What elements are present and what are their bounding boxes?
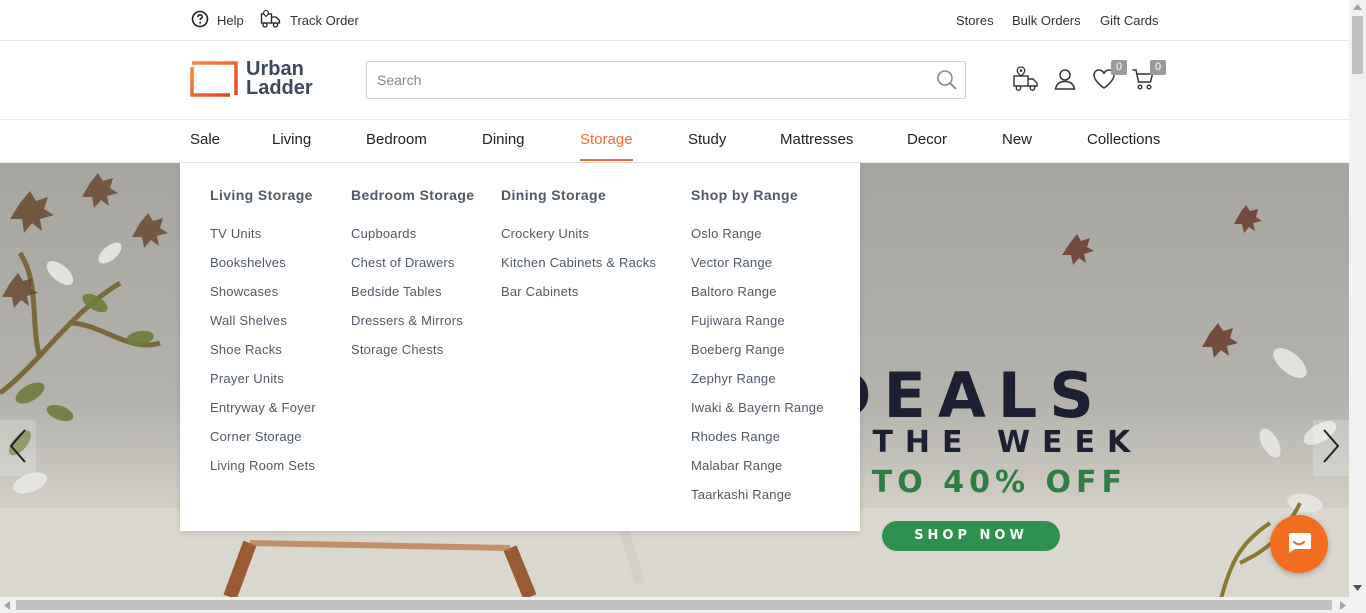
menu-item[interactable]: Zephyr Range: [691, 370, 824, 399]
menu-column-list: Oslo Range Vector Range Baltoro Range Fu…: [691, 225, 838, 515]
scroll-down-icon[interactable]: [1353, 585, 1362, 591]
menu-column-title[interactable]: Bedroom Storage: [351, 187, 474, 203]
nav-item-collections[interactable]: Collections: [1087, 120, 1160, 162]
menu-item[interactable]: Cupboards: [351, 225, 463, 254]
menu-item[interactable]: Shoe Racks: [210, 341, 316, 370]
nav-item-new[interactable]: New: [1002, 120, 1032, 162]
banner-headline: DEALS: [820, 359, 1106, 432]
menu-item[interactable]: Bookshelves: [210, 254, 316, 283]
nav-item-bedroom[interactable]: Bedroom: [366, 120, 427, 162]
menu-item[interactable]: Bar Cabinets: [501, 283, 656, 312]
menu-item[interactable]: Crockery Units: [501, 225, 656, 254]
menu-item[interactable]: Dressers & Mirrors: [351, 312, 463, 341]
storage-mega-menu: Living Storage TV Units Bookshelves Show…: [180, 163, 860, 531]
nav-item-study[interactable]: Study: [688, 120, 726, 162]
menu-item[interactable]: Storage Chests: [351, 341, 463, 370]
menu-item[interactable]: Malabar Range: [691, 457, 824, 486]
menu-item[interactable]: Boeberg Range: [691, 341, 824, 370]
menu-item[interactable]: Prayer Units: [210, 370, 316, 399]
chat-icon: [1285, 530, 1313, 559]
cart-button[interactable]: 0: [1128, 60, 1166, 96]
logo-line2: Ladder: [246, 77, 313, 99]
track-order-link[interactable]: Track Order: [260, 0, 359, 40]
horizontal-scroll-thumb[interactable]: [16, 600, 1332, 610]
store-locator-icon: [1012, 65, 1040, 98]
menu-column-title[interactable]: Shop by Range: [691, 187, 798, 203]
user-icon: [1053, 67, 1077, 96]
scroll-right-icon[interactable]: [1340, 601, 1346, 610]
shop-now-button[interactable]: SHOP NOW: [882, 521, 1060, 551]
vertical-scrollbar[interactable]: [1349, 0, 1366, 597]
bulk-orders-link[interactable]: Bulk Orders: [1012, 0, 1081, 40]
wishlist-button[interactable]: 0: [1089, 60, 1127, 96]
menu-item[interactable]: Living Room Sets: [210, 457, 316, 486]
truck-icon: [260, 9, 290, 32]
carousel-prev-button[interactable]: [0, 420, 36, 476]
urban-ladder-logo[interactable]: Urban Ladder: [190, 59, 330, 99]
nav-item-living[interactable]: Living: [272, 120, 311, 162]
search-icon[interactable]: [929, 62, 965, 98]
search-box: [366, 61, 966, 99]
chevron-right-icon: [1321, 428, 1341, 469]
search-input[interactable]: [367, 62, 929, 98]
menu-item[interactable]: Oslo Range: [691, 225, 824, 254]
menu-column-list: Cupboards Chest of Drawers Bedside Table…: [351, 225, 477, 370]
banner-line-3-text: TO 40% OFF: [871, 465, 1127, 500]
menu-item[interactable]: Taarkashi Range: [691, 486, 824, 515]
cart-count-badge: 0: [1150, 60, 1166, 75]
menu-item[interactable]: Kitchen Cabinets & Racks: [501, 254, 656, 283]
menu-column-title[interactable]: Dining Storage: [501, 187, 606, 203]
active-nav-underline: [580, 159, 633, 161]
main-navigation: Sale Living Bedroom Dining Storage Study…: [0, 120, 1349, 163]
track-order-label: Track Order: [290, 12, 359, 28]
menu-item[interactable]: Chest of Drawers: [351, 254, 463, 283]
store-locator-button[interactable]: [1011, 65, 1041, 98]
menu-item[interactable]: Bedside Tables: [351, 283, 463, 312]
menu-item[interactable]: Baltoro Range: [691, 283, 824, 312]
menu-item[interactable]: Entryway & Foyer: [210, 399, 316, 428]
menu-item[interactable]: Iwaki & Bayern Range: [691, 399, 824, 428]
help-label: Help: [217, 12, 244, 28]
gift-cards-link[interactable]: Gift Cards: [1100, 0, 1159, 40]
site-header: Urban Ladder 0 0: [0, 41, 1349, 120]
menu-item[interactable]: Showcases: [210, 283, 316, 312]
menu-item[interactable]: Fujiwara Range: [691, 312, 824, 341]
menu-item[interactable]: Corner Storage: [210, 428, 316, 457]
account-button[interactable]: [1050, 66, 1080, 96]
menu-item[interactable]: Rhodes Range: [691, 428, 824, 457]
menu-column-list: TV Units Bookshelves Showcases Wall Shel…: [210, 225, 330, 486]
carousel-next-button[interactable]: [1313, 420, 1349, 476]
nav-item-dining[interactable]: Dining: [482, 120, 525, 162]
nav-item-decor[interactable]: Decor: [907, 120, 947, 162]
nav-item-sale[interactable]: Sale: [190, 120, 220, 162]
nav-item-storage[interactable]: Storage: [580, 120, 633, 162]
help-link[interactable]: Help: [191, 0, 244, 40]
menu-item[interactable]: Vector Range: [691, 254, 824, 283]
vertical-scroll-thumb[interactable]: [1352, 16, 1363, 74]
chat-widget-button[interactable]: [1270, 515, 1328, 573]
logo-mark: [190, 61, 238, 97]
top-utility-bar: Help Track Order Stores Bulk Orders Gift…: [0, 0, 1349, 41]
menu-column-list: Crockery Units Kitchen Cabinets & Racks …: [501, 225, 670, 312]
help-icon: [191, 10, 217, 31]
menu-item[interactable]: Wall Shelves: [210, 312, 316, 341]
scroll-up-icon[interactable]: [1353, 4, 1362, 10]
menu-item[interactable]: TV Units: [210, 225, 316, 254]
menu-column-title[interactable]: Living Storage: [210, 187, 313, 203]
logo-wordmark: Urban Ladder: [246, 59, 313, 99]
banner-line-2-text: THE WEEK: [872, 425, 1143, 460]
stores-link[interactable]: Stores: [956, 0, 994, 40]
wishlist-count-badge: 0: [1111, 60, 1127, 75]
nav-item-mattresses[interactable]: Mattresses: [780, 120, 853, 162]
scroll-left-icon[interactable]: [4, 601, 10, 610]
chevron-left-icon: [8, 428, 28, 469]
horizontal-scrollbar[interactable]: [0, 597, 1366, 613]
